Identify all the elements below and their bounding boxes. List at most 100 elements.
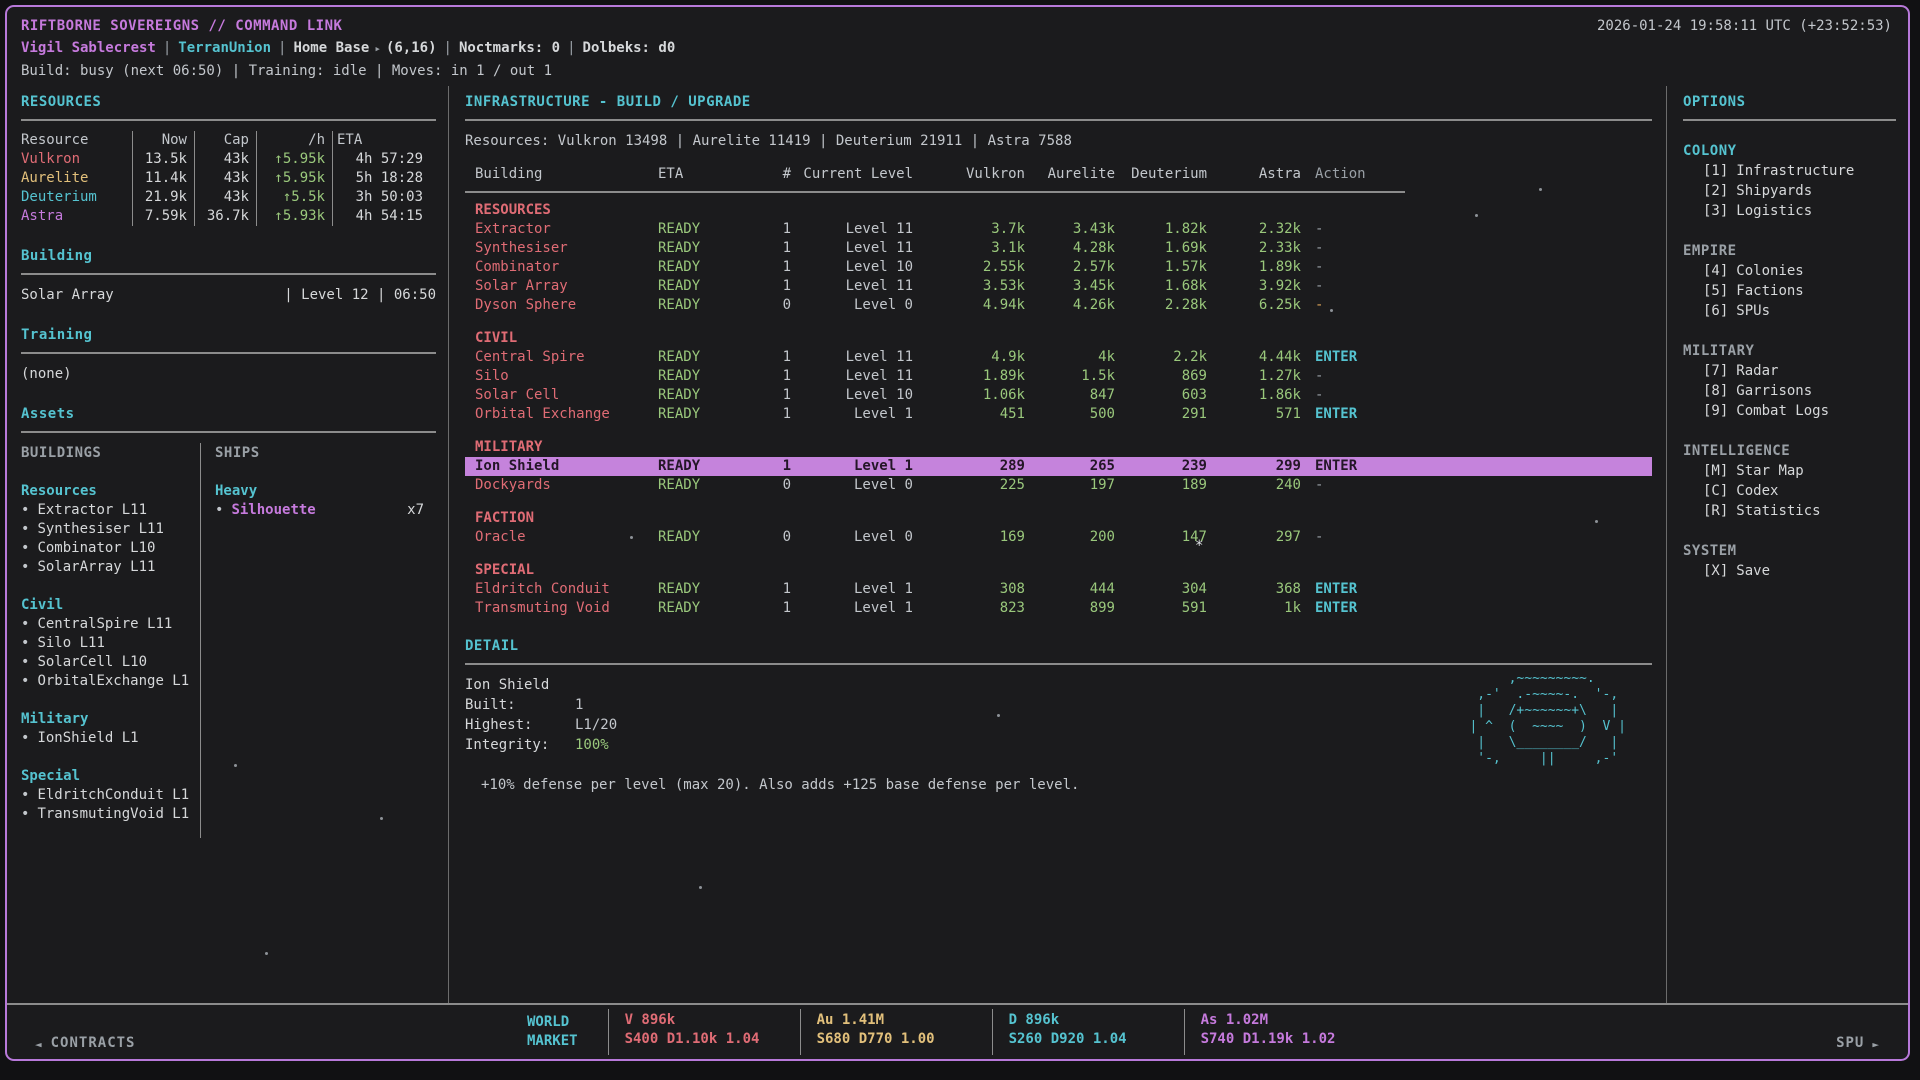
status-line: Build: busy (next 06:50) | Training: idl… — [21, 63, 552, 79]
building-count: 0 — [763, 296, 791, 315]
row-action[interactable]: - — [1301, 220, 1652, 239]
infra-table-line[interactable]: Orbital Exchange READY 1 Level 1 451 500… — [465, 405, 1652, 424]
option-line[interactable]: [5]Factions — [1683, 281, 1896, 301]
cost-astra: 2.32k — [1207, 220, 1301, 239]
cost-astra: 1.27k — [1207, 367, 1301, 386]
ships-column-header: SHIPS — [215, 443, 436, 463]
buildings-list-line: •TransmutingVoid L1 — [21, 805, 200, 824]
infra-table-line[interactable]: Eldritch Conduit READY 1 Level 1 308 444… — [465, 580, 1652, 599]
building-name: Orbital Exchange — [465, 405, 658, 424]
row-action[interactable]: - — [1301, 386, 1652, 405]
infra-table-line[interactable]: Combinator READY 1 Level 10 2.55k 2.57k … — [465, 258, 1652, 277]
cost-aurelite: 3.43k — [1025, 220, 1115, 239]
building-asset-label: Special — [21, 768, 80, 784]
cost-aurelite: 847 — [1025, 386, 1115, 405]
infra-table-line[interactable] — [465, 315, 1652, 329]
building-name: Dyson Sphere — [465, 296, 658, 315]
building-name: Transmuting Void — [465, 599, 658, 618]
infra-table-line[interactable]: Central Spire READY 1 Level 11 4.9k 4k 2… — [465, 348, 1652, 367]
row-action[interactable]: - — [1301, 476, 1652, 495]
col-current-level: Current Level — [791, 165, 913, 184]
infra-table-line[interactable]: SPECIAL — [465, 561, 1652, 580]
option-line[interactable]: INTELLIGENCE — [1683, 441, 1896, 461]
col-astra: Astra — [1207, 165, 1301, 184]
building-asset-label: SolarCell L10 — [37, 654, 147, 670]
infra-table-line[interactable]: Solar Cell READY 1 Level 10 1.06k 847 60… — [465, 386, 1652, 405]
option-line[interactable]: COLONY — [1683, 141, 1896, 161]
option-line[interactable]: [9]Combat Logs — [1683, 401, 1896, 421]
building-name: RESOURCES — [465, 201, 658, 220]
buildings-list-line: •IonShield L1 — [21, 729, 200, 748]
building-eta: READY — [658, 220, 763, 239]
resource-rate: ↑5.93k — [257, 207, 333, 226]
star-dot — [1539, 188, 1542, 191]
infra-table-line[interactable]: Solar Array READY 1 Level 11 3.53k 3.45k… — [465, 277, 1652, 296]
built-value: 1 — [575, 697, 583, 713]
cost-aurelite: 4.26k — [1025, 296, 1115, 315]
option-line[interactable]: EMPIRE — [1683, 241, 1896, 261]
infra-table-line[interactable]: FACTION — [465, 509, 1652, 528]
infra-table-line[interactable] — [465, 495, 1652, 509]
option-line[interactable]: SYSTEM — [1683, 541, 1896, 561]
resource-cap: 43k — [195, 150, 257, 169]
option-line[interactable]: MILITARY — [1683, 341, 1896, 361]
spu-nav[interactable]: SPU ► — [1836, 1005, 1908, 1059]
resource-rate: ↑5.95k — [257, 169, 333, 188]
row-action[interactable]: ENTER — [1301, 599, 1652, 618]
option-line[interactable]: [2]Shipyards — [1683, 181, 1896, 201]
infra-table: RESOURCES Extractor READY 1 — [465, 201, 1652, 618]
option-line[interactable]: [3]Logistics — [1683, 201, 1896, 221]
row-action[interactable]: - — [1301, 277, 1652, 296]
option-line[interactable]: [8]Garrisons — [1683, 381, 1896, 401]
option-line[interactable]: [6]SPUs — [1683, 301, 1896, 321]
infra-table-line[interactable]: Ion Shield READY 1 Level 1 289 265 239 2… — [465, 457, 1652, 476]
infra-table-line[interactable]: RESOURCES — [465, 201, 1652, 220]
row-action[interactable]: ENTER — [1301, 457, 1652, 476]
cost-deuterium: 1.69k — [1115, 239, 1207, 258]
option-line[interactable]: [R]Statistics — [1683, 501, 1896, 521]
option-label: Combat Logs — [1736, 403, 1829, 419]
infra-table-line[interactable]: Silo READY 1 Level 11 1.89k 1.5k 869 1.2… — [465, 367, 1652, 386]
row-action[interactable]: ENTER — [1301, 348, 1652, 367]
infra-table-line[interactable]: Dyson Sphere READY 0 Level 0 4.94k 4.26k… — [465, 296, 1652, 315]
option-key: [1] — [1703, 163, 1728, 179]
option-line[interactable]: [7]Radar — [1683, 361, 1896, 381]
dolbeks-count: Dolbeks: d0 — [583, 40, 676, 56]
row-action[interactable]: - — [1301, 239, 1652, 258]
infra-table-line[interactable]: Transmuting Void READY 1 Level 1 823 899… — [465, 599, 1652, 618]
infra-table-line[interactable] — [465, 547, 1652, 561]
infra-table-line[interactable]: CIVIL — [465, 329, 1652, 348]
option-line[interactable]: [X]Save — [1683, 561, 1896, 581]
option-line[interactable]: [C]Codex — [1683, 481, 1896, 501]
bullet-icon: • — [21, 673, 29, 689]
building-eta: READY — [658, 457, 763, 476]
infra-table-line[interactable]: Synthesiser READY 1 Level 11 3.1k 4.28k … — [465, 239, 1652, 258]
option-key: [5] — [1703, 283, 1728, 299]
cost-aurelite: 200 — [1025, 528, 1115, 547]
infra-table-line[interactable]: Oracle READY 0 Level 0 169 200 147 297 - — [465, 528, 1652, 547]
building-asset-label: Synthesiser L11 — [37, 521, 163, 537]
contracts-nav[interactable]: ◄ CONTRACTS — [7, 1005, 527, 1059]
buildings-list-line: Civil — [21, 596, 200, 615]
option-line[interactable]: [M]Star Map — [1683, 461, 1896, 481]
row-action[interactable]: - — [1301, 367, 1652, 386]
queued-building-name: Solar Array — [21, 285, 114, 305]
row-action[interactable]: ENTER — [1301, 580, 1652, 599]
row-action[interactable]: ENTER — [1301, 405, 1652, 424]
option-label: Logistics — [1736, 203, 1812, 219]
building-asset-label: Resources — [21, 483, 97, 499]
infra-table-line[interactable]: Dockyards READY 0 Level 0 225 197 189 24… — [465, 476, 1652, 495]
resource-row: Aurelite 11.4k 43k ↑5.95k 5h 18:28 — [21, 169, 436, 188]
infra-table-line[interactable]: Extractor READY 1 Level 11 3.7k 3.43k 1.… — [465, 220, 1652, 239]
infra-table-line[interactable]: MILITARY — [465, 438, 1652, 457]
app-title: RIFTBORNE SOVEREIGNS // COMMAND LINK — [21, 15, 342, 37]
row-action[interactable]: - — [1301, 258, 1652, 277]
row-action[interactable]: - — [1301, 296, 1652, 315]
player-name: Vigil Sablecrest — [21, 40, 156, 56]
option-label: Statistics — [1736, 503, 1820, 519]
infra-table-line[interactable] — [465, 424, 1652, 438]
row-action[interactable]: - — [1301, 528, 1652, 547]
option-line[interactable]: [1]Infrastructure — [1683, 161, 1896, 181]
option-line[interactable]: [4]Colonies — [1683, 261, 1896, 281]
resources-section-title: RESOURCES — [21, 94, 436, 110]
